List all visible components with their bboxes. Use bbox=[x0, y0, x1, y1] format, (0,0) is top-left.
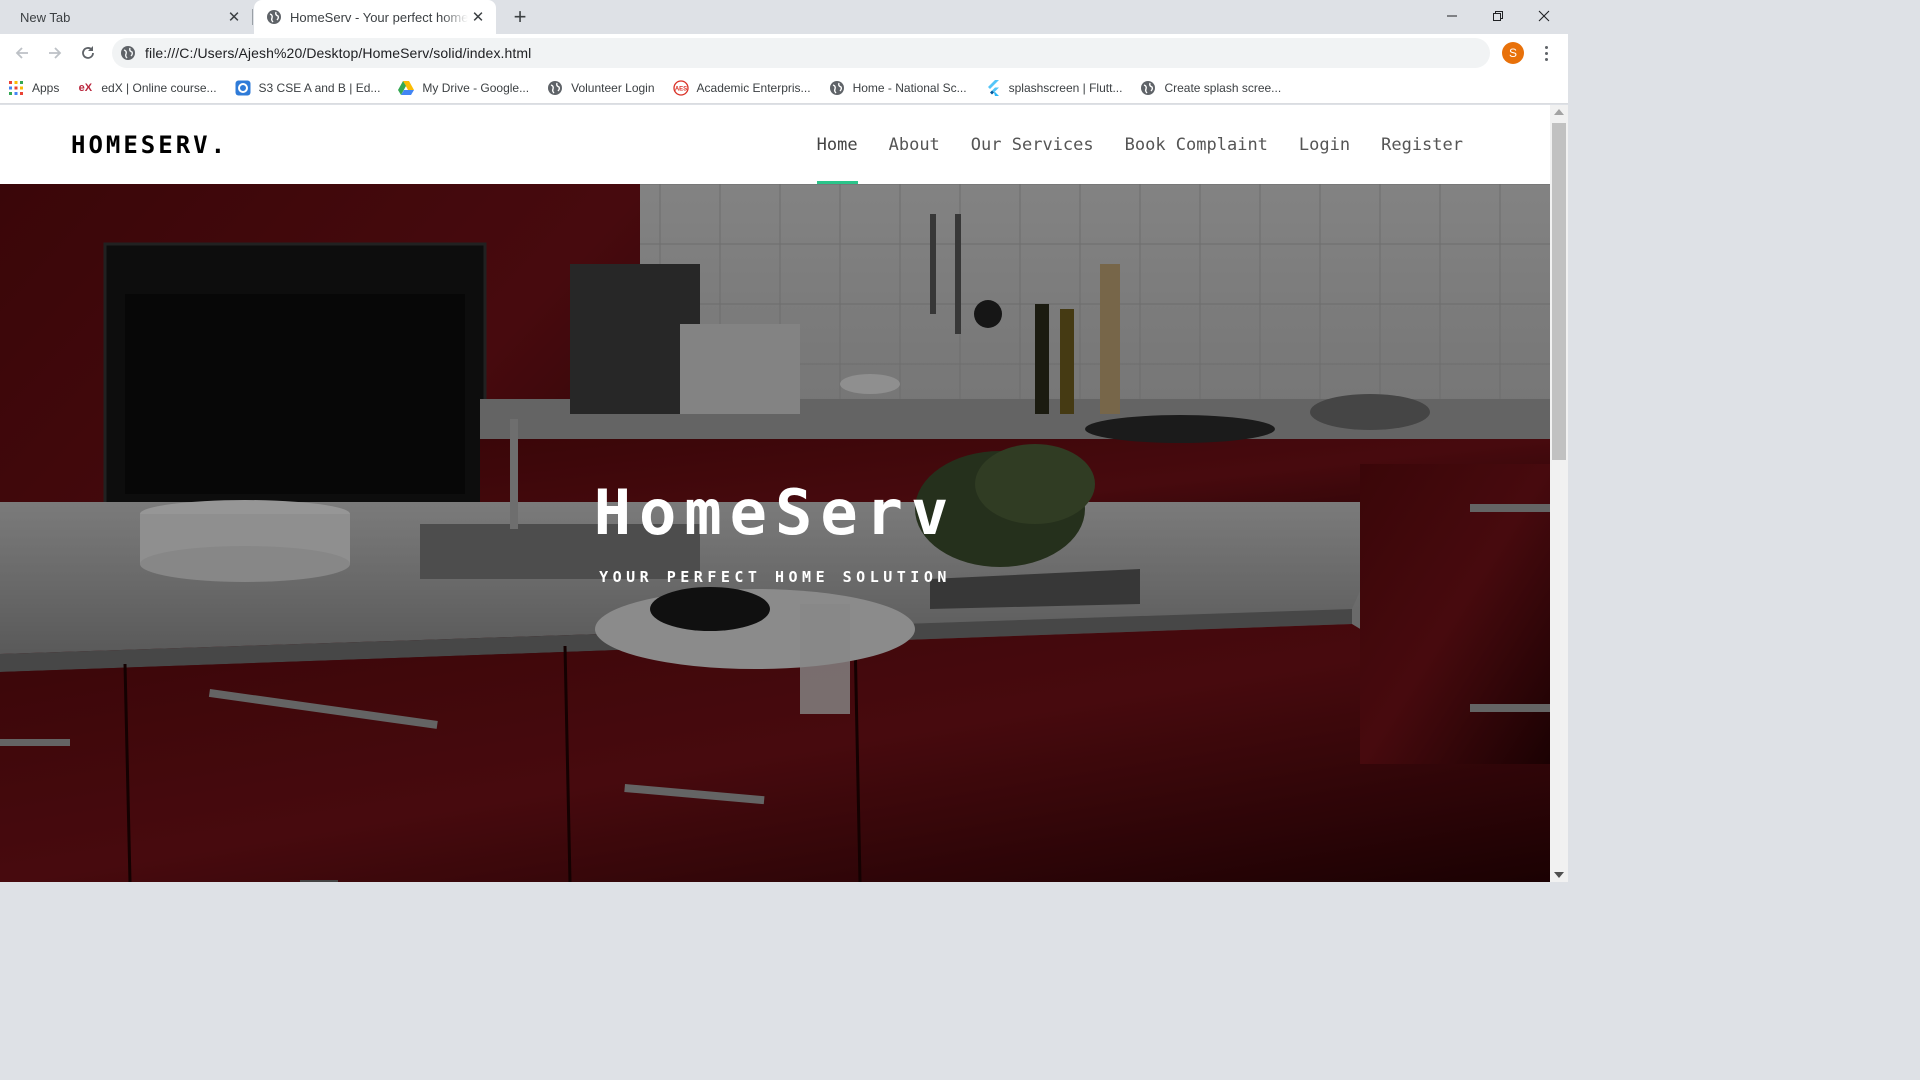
site-logo[interactable]: HOMESERV. bbox=[71, 131, 228, 159]
nav-book-complaint[interactable]: Book Complaint bbox=[1125, 105, 1268, 184]
close-tab-icon[interactable]: ✕ bbox=[224, 7, 244, 27]
nav-home[interactable]: Home bbox=[816, 105, 858, 184]
apps-grid-icon bbox=[8, 80, 24, 96]
page-viewport: HOMESERV. Home About Our Services Book C… bbox=[0, 105, 1550, 882]
bookmark-label: S3 CSE A and B | Ed... bbox=[258, 80, 381, 95]
more-menu-icon[interactable] bbox=[1536, 41, 1556, 65]
close-tab-icon[interactable]: ✕ bbox=[468, 7, 488, 27]
nav-login[interactable]: Login bbox=[1299, 105, 1350, 184]
svg-text:AES: AES bbox=[674, 86, 686, 92]
bookmark-label: edX | Online course... bbox=[101, 80, 217, 95]
edmodo-icon bbox=[235, 80, 251, 96]
bookmark-label: Home - National Sc... bbox=[852, 80, 967, 95]
tab-title: HomeServ - Your perfect home solution bbox=[290, 9, 468, 25]
globe-icon bbox=[548, 80, 563, 95]
nav-our-services[interactable]: Our Services bbox=[971, 105, 1094, 184]
back-icon[interactable] bbox=[8, 39, 36, 67]
bookmarks-bar: Apps eX edX | Online course... S3 CSE A … bbox=[0, 72, 1568, 104]
bookmark-create-splash[interactable]: Create splash scree... bbox=[1140, 80, 1281, 96]
bookmark-apps[interactable]: Apps bbox=[8, 80, 59, 96]
bookmark-edx[interactable]: eX edX | Online course... bbox=[77, 80, 217, 96]
globe-icon bbox=[121, 46, 135, 60]
bookmark-edmodo[interactable]: S3 CSE A and B | Ed... bbox=[235, 80, 381, 96]
bookmark-label: Academic Enterpris... bbox=[696, 80, 811, 95]
browser-toolbar: file:///C:/Users/Ajesh%20/Desktop/HomeSe… bbox=[0, 34, 1568, 72]
bookmark-label: Apps bbox=[32, 80, 60, 95]
scrollbar-thumb[interactable] bbox=[1552, 123, 1566, 460]
flutter-icon bbox=[985, 79, 1001, 96]
minimize-icon[interactable] bbox=[1429, 0, 1475, 32]
page-scrollbar[interactable] bbox=[1550, 105, 1568, 882]
bookmark-google-drive[interactable]: My Drive - Google... bbox=[398, 80, 529, 96]
reload-icon[interactable] bbox=[74, 39, 102, 67]
main-nav: Home About Our Services Book Complaint L… bbox=[786, 105, 1463, 184]
new-tab-button[interactable]: + bbox=[508, 4, 532, 29]
profile-avatar[interactable]: S bbox=[1502, 42, 1524, 64]
hero-section: HomeServ YOUR PERFECT HOME SOLUTION bbox=[0, 184, 1550, 882]
site-header: HOMESERV. Home About Our Services Book C… bbox=[0, 105, 1550, 184]
aes-icon: AES bbox=[672, 79, 689, 96]
bookmark-volunteer-login[interactable]: Volunteer Login bbox=[547, 80, 655, 96]
globe-icon bbox=[829, 80, 844, 95]
scroll-up-arrow-icon[interactable] bbox=[1554, 109, 1564, 115]
bookmark-label: Volunteer Login bbox=[571, 80, 655, 95]
hero-subtitle: YOUR PERFECT HOME SOLUTION bbox=[599, 568, 951, 586]
bookmark-academic-enterprise[interactable]: AES Academic Enterpris... bbox=[672, 79, 811, 96]
bookmark-flutter-splashscreen[interactable]: splashscreen | Flutt... bbox=[985, 79, 1123, 96]
forward-icon[interactable] bbox=[41, 39, 69, 67]
tab-strip: New Tab ✕ HomeServ - Your perfect home s… bbox=[0, 0, 1568, 34]
bookmark-label: splashscreen | Flutt... bbox=[1008, 80, 1123, 95]
restore-icon[interactable] bbox=[1475, 0, 1521, 32]
close-window-icon[interactable] bbox=[1521, 0, 1567, 32]
address-bar[interactable]: file:///C:/Users/Ajesh%20/Desktop/HomeSe… bbox=[112, 38, 1490, 68]
nav-about[interactable]: About bbox=[889, 105, 940, 184]
tab-title: New Tab bbox=[20, 9, 71, 25]
bookmark-national-sc[interactable]: Home - National Sc... bbox=[829, 80, 967, 96]
globe-icon bbox=[1141, 80, 1156, 95]
scroll-down-arrow-icon[interactable] bbox=[1554, 872, 1564, 878]
bookmark-label: My Drive - Google... bbox=[422, 80, 530, 95]
globe-icon bbox=[267, 10, 281, 24]
google-drive-icon bbox=[398, 80, 415, 96]
bookmark-label: Create splash scree... bbox=[1164, 80, 1282, 95]
nav-register[interactable]: Register bbox=[1381, 105, 1463, 184]
hero-indicator bbox=[300, 880, 338, 882]
url-text[interactable]: file:///C:/Users/Ajesh%20/Desktop/HomeSe… bbox=[145, 45, 531, 61]
tab-new-tab[interactable]: New Tab ✕ bbox=[8, 0, 252, 34]
edx-icon: eX bbox=[78, 81, 93, 94]
tab-homeserv[interactable]: HomeServ - Your perfect home solution ✕ bbox=[254, 0, 496, 34]
hero-title: HomeServ bbox=[593, 476, 957, 549]
tab-separator bbox=[252, 9, 253, 25]
